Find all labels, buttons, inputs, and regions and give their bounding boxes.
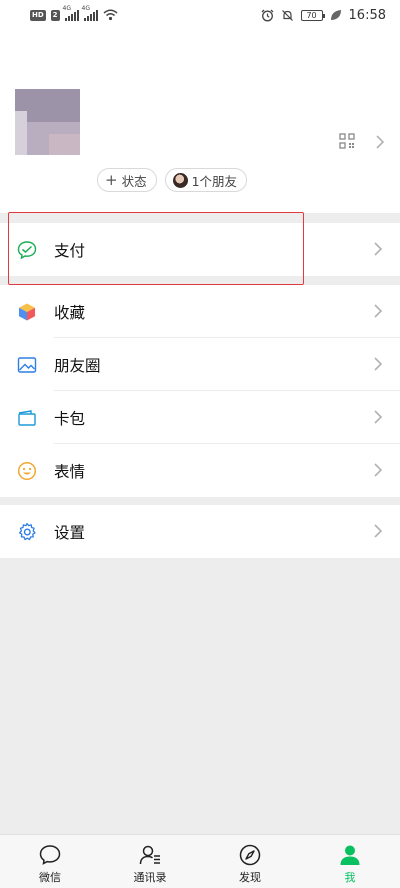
tab-label: 发现 — [239, 871, 261, 884]
moments-image-icon — [17, 357, 37, 373]
friend-avatar — [172, 172, 188, 188]
favorites-cube-icon — [19, 303, 35, 321]
chevron-right-icon — [376, 135, 385, 149]
signal-icon: 4G — [63, 5, 79, 21]
friends-button[interactable]: 1个朋友 — [164, 168, 248, 192]
qr-code-icon[interactable] — [339, 133, 355, 149]
person-icon — [340, 845, 360, 865]
bottom-tab-bar: 微信 通讯录 发现 我 — [0, 834, 400, 888]
wifi-icon — [103, 9, 118, 21]
pay-icon — [17, 241, 37, 260]
chevron-right-icon — [374, 524, 383, 538]
chevron-right-icon — [374, 463, 383, 477]
status-button[interactable]: + 状态 — [97, 168, 157, 192]
plus-icon: + — [105, 170, 118, 189]
hd-badge: HD — [30, 9, 46, 21]
tab-label: 我 — [344, 871, 356, 884]
gear-icon — [18, 522, 36, 541]
menu-item-label: 收藏 — [54, 303, 86, 322]
menu-item-label: 支付 — [54, 241, 86, 260]
menu-item-cards[interactable]: 卡包 — [0, 391, 400, 444]
menu-item-label: 朋友圈 — [54, 356, 101, 375]
mute-bell-icon — [281, 9, 293, 21]
menu-item-label: 卡包 — [54, 409, 86, 428]
status-button-label: 状态 — [121, 173, 147, 189]
settings-section: 设置 — [0, 505, 400, 558]
profile-header[interactable]: + 状态 1个朋友 — [0, 30, 400, 213]
tab-chats[interactable]: 微信 — [0, 835, 100, 888]
tab-label: 微信 — [39, 871, 61, 884]
tab-label: 通讯录 — [133, 871, 167, 884]
tab-me[interactable]: 我 — [300, 835, 400, 888]
status-time: 16:58 — [348, 7, 386, 23]
menu-item-favorites[interactable]: 收藏 — [0, 285, 400, 338]
menu-item-label: 设置 — [54, 523, 86, 542]
menu-item-settings[interactable]: 设置 — [0, 505, 400, 558]
signal-icon-2: 4G — [82, 5, 98, 21]
battery-icon: 70 — [300, 9, 325, 21]
chevron-right-icon — [374, 410, 383, 424]
smiley-icon — [17, 461, 37, 481]
alarm-icon — [261, 9, 273, 21]
pay-section: 支付 — [0, 223, 400, 276]
chevron-right-icon — [374, 242, 383, 256]
sim-badge: 2 — [50, 9, 60, 21]
contacts-person-icon — [139, 845, 160, 865]
menu-item-label: 表情 — [54, 462, 86, 481]
status-bar: HD 2 4G 4G 70 16:58 — [0, 0, 400, 30]
profile-name-pixelated — [100, 88, 236, 108]
friends-button-label: 1个朋友 — [191, 173, 238, 189]
features-section: 收藏 朋友圈 卡包 表情 — [0, 285, 400, 497]
leaf-icon — [330, 10, 341, 20]
card-wallet-icon — [18, 410, 36, 426]
compass-icon — [239, 844, 261, 866]
wechat-id-pixelated — [100, 125, 256, 147]
menu-item-moments[interactable]: 朋友圈 — [0, 338, 400, 391]
avatar[interactable] — [15, 89, 80, 155]
tab-discover[interactable]: 发现 — [200, 835, 300, 888]
chevron-right-icon — [374, 357, 383, 371]
tab-contacts[interactable]: 通讯录 — [100, 835, 200, 888]
chat-bubble-icon — [39, 845, 61, 865]
menu-item-stickers[interactable]: 表情 — [0, 444, 400, 497]
chevron-right-icon — [374, 304, 383, 318]
menu-item-pay[interactable]: 支付 — [0, 223, 400, 276]
